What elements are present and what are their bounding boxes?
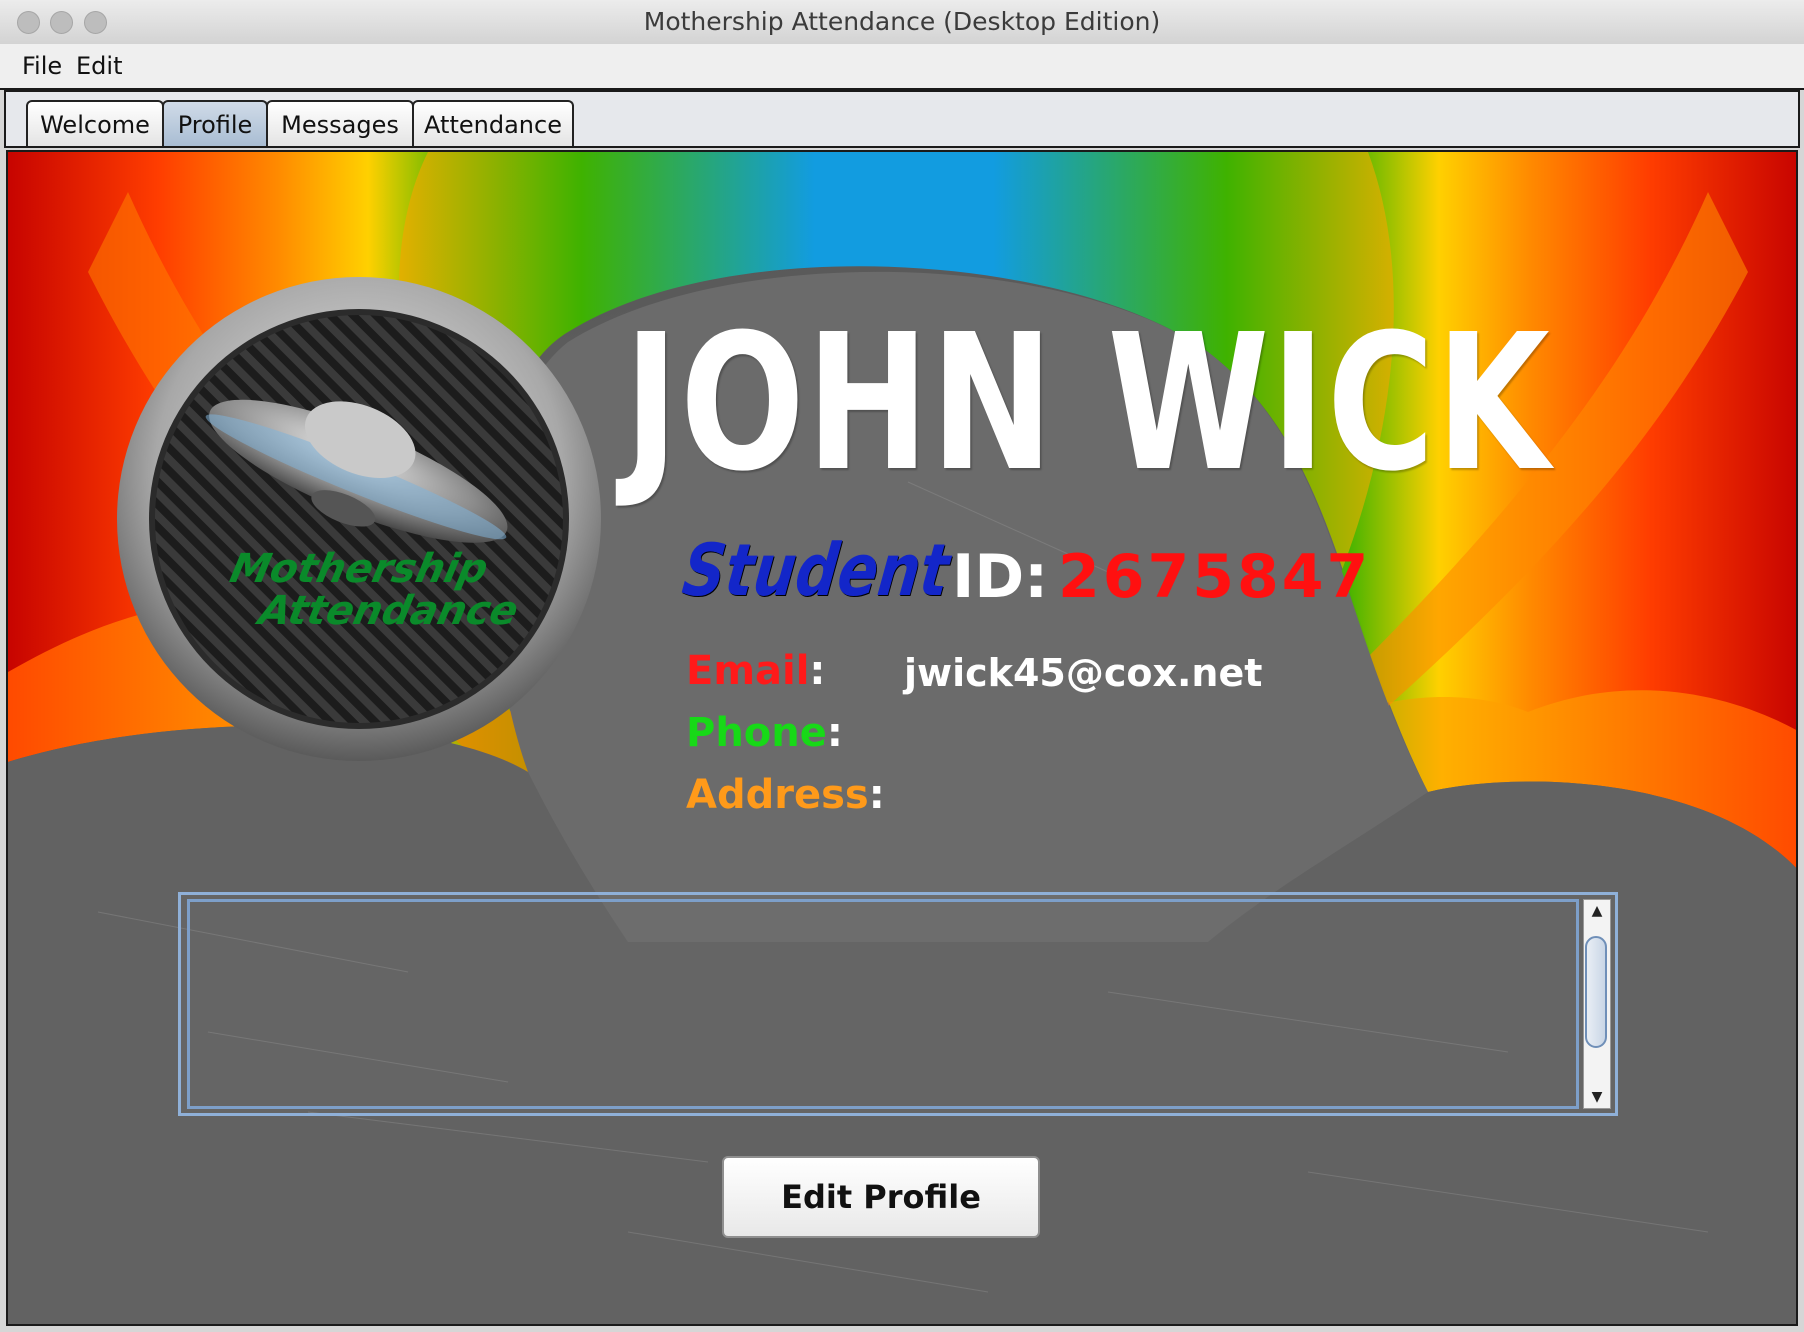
notes-scrollbar[interactable]: ▲ ▼ — [1583, 899, 1611, 1109]
tab-profile[interactable]: Profile — [162, 100, 268, 146]
phone-label: Phone — [686, 710, 827, 756]
tab-strip: Welcome Profile Messages Attendance — [4, 90, 1800, 148]
student-name: JOHN WICK — [624, 294, 1552, 513]
tab-messages[interactable]: Messages — [266, 100, 414, 146]
scroll-thumb[interactable] — [1585, 936, 1607, 1048]
student-id-value: 2675847 — [1058, 542, 1372, 612]
window-bottom-edge — [0, 1326, 1804, 1332]
phone-colon: : — [826, 710, 843, 756]
id-label: ID: — [952, 542, 1049, 612]
logo-text-line1: Mothership — [226, 544, 492, 591]
address-colon: : — [868, 772, 885, 818]
profile-panel: Mothership Attendance JOHN WICK Student … — [6, 150, 1798, 1326]
notes-textarea-container: ▲ ▼ — [178, 892, 1618, 1116]
email-label: Email — [686, 648, 810, 694]
address-row: Address: — [686, 770, 885, 820]
window-title: Mothership Attendance (Desktop Edition) — [643, 7, 1161, 36]
menu-file[interactable]: File — [22, 44, 62, 88]
phone-row: Phone: — [686, 708, 843, 758]
logo-text-line2: Attendance — [252, 586, 523, 633]
menu-edit[interactable]: Edit — [76, 44, 122, 88]
email-colon: : — [809, 648, 826, 694]
notes-textarea[interactable] — [187, 899, 1579, 1109]
email-value: jwick45@cox.net — [904, 651, 1263, 695]
edit-profile-button[interactable]: Edit Profile — [722, 1156, 1040, 1238]
title-bar: Mothership Attendance (Desktop Edition) — [0, 0, 1804, 45]
tab-attendance[interactable]: Attendance — [412, 100, 574, 146]
scroll-down-icon[interactable]: ▼ — [1584, 1086, 1610, 1108]
role-label: Student — [678, 528, 954, 612]
menu-bar: File Edit — [0, 44, 1804, 90]
email-row: Email: — [686, 646, 825, 696]
scroll-up-icon[interactable]: ▲ — [1584, 900, 1610, 922]
tab-welcome[interactable]: Welcome — [26, 100, 164, 146]
address-label: Address — [686, 772, 869, 818]
mothership-logo: Mothership Attendance — [117, 277, 601, 761]
